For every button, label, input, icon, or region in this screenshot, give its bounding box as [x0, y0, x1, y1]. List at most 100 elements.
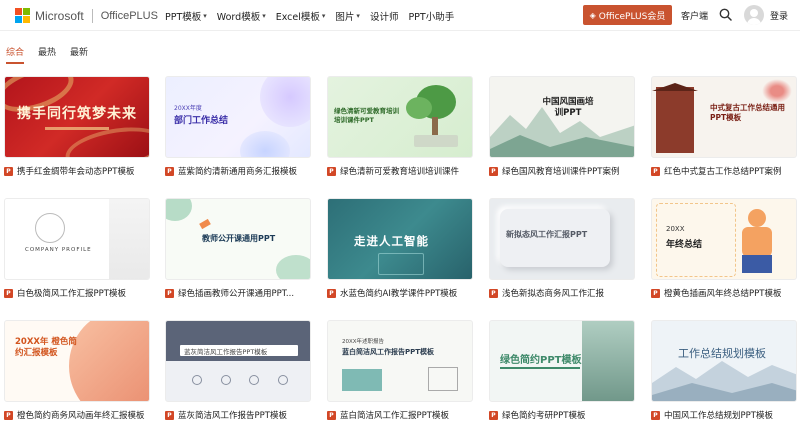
nav-excel-templates[interactable]: Excel模板 ▾ — [276, 9, 326, 23]
site-logo[interactable]: Microsoft OfficePLUS — [15, 8, 158, 23]
powerpoint-icon: P — [327, 410, 336, 420]
pavilion-decoration — [656, 87, 694, 153]
template-caption: P 橙黄色插画风年终总结PPT模板 — [651, 287, 797, 299]
nav-word-templates[interactable]: Word模板 ▾ — [217, 9, 266, 23]
thumbnail-title: COMPANY PROFILE — [25, 247, 92, 253]
nav-label: PPT小助手 — [408, 11, 455, 23]
thumbnail-title: 中式复古工作总结通用PPT模板 — [710, 103, 785, 122]
blob-decoration — [260, 77, 310, 127]
template-card: 中式复古工作总结通用PPT模板 P 红色中式复古工作总结PPT案例 — [651, 76, 797, 177]
template-name[interactable]: 浅色新拟态商务风工作汇报 — [502, 287, 604, 299]
chevron-down-icon: ▾ — [321, 11, 326, 20]
membership-button-label: OfficePLUS会员 — [598, 11, 666, 22]
tree-trunk-decoration — [432, 117, 438, 137]
template-caption: P 绿色清新可爱教育培训培训课件 — [327, 165, 473, 177]
template-thumbnail[interactable]: 新拟态风工作汇报PPT — [489, 198, 635, 280]
template-card: 20XX年 橙色简约汇报模板 P 橙色简约商务风动画年终汇报模板 — [4, 320, 150, 421]
icon-row-decoration — [192, 375, 288, 389]
avatar[interactable] — [744, 5, 764, 25]
template-name[interactable]: 橙黄色插画风年终总结PPT模板 — [664, 287, 781, 299]
powerpoint-icon: P — [489, 288, 498, 298]
template-card: 教师公开课通用PPT P 绿色插画教师公开课通用PPT... — [165, 198, 311, 299]
powerpoint-icon: P — [651, 410, 660, 420]
paper-plane-decoration — [199, 218, 211, 230]
thumbnail-title: 蓝灰简洁风工作报告PPT模板 — [184, 348, 268, 356]
product-name: OfficePLUS — [100, 9, 158, 22]
template-name[interactable]: 水蓝色简约AI教学课件PPT模板 — [340, 287, 457, 299]
template-caption: P 红色中式复古工作总结PPT案例 — [651, 165, 797, 177]
template-thumbnail[interactable]: 绿色简约PPT模板 — [489, 320, 635, 402]
avatar-head — [750, 9, 758, 17]
book-decoration — [414, 135, 458, 147]
template-card: 20XX年述职报告 蓝白简洁风工作报告PPT模板 P 蓝白简洁风工作汇报PPT模… — [327, 320, 473, 421]
chevron-down-icon: ▾ — [262, 11, 266, 20]
thumbnail-subtitle: 20XX年述职报告 — [342, 339, 385, 345]
blob-decoration — [166, 199, 192, 221]
template-caption: P 绿色国风教育培训课件PPT案例 — [489, 165, 635, 177]
template-thumbnail[interactable]: 中式复古工作总结通用PPT模板 — [651, 76, 797, 158]
circuit-decoration — [378, 253, 424, 275]
membership-button[interactable]: ◈ OfficePLUS会员 — [583, 5, 672, 25]
template-card: 工作总结规划模板 P 中国风工作总结规划PPT模板 — [651, 320, 797, 421]
logo-outline-decoration — [35, 213, 65, 243]
template-thumbnail[interactable]: 20XX年度 部门工作总结 — [165, 76, 311, 158]
template-name[interactable]: 蓝白简洁风工作汇报PPT模板 — [340, 409, 449, 421]
template-name[interactable]: 蓝紫简约清新通用商务汇报模板 — [178, 165, 297, 177]
thumbnail-subtitle: 20XX — [666, 225, 685, 233]
template-thumbnail[interactable]: 绿色清新可爱教育培训 培训课件PPT — [327, 76, 473, 158]
thumbnail-title: 中国风国画培训PPT — [542, 97, 594, 118]
template-thumbnail[interactable]: 20XX 年终总结 — [651, 198, 797, 280]
nav-designers[interactable]: 设计师 — [370, 9, 399, 23]
template-thumbnail[interactable]: 教师公开课通用PPT — [165, 198, 311, 280]
tab-hottest[interactable]: 最热 — [38, 45, 56, 64]
powerpoint-icon: P — [165, 166, 174, 176]
template-card: COMPANY PROFILE P 白色极简风工作汇报PPT模板 — [4, 198, 150, 299]
character-head-decoration — [748, 209, 766, 227]
mountain-landscape-decoration — [652, 361, 796, 401]
template-name[interactable]: 携手红金绸带年会动态PPT模板 — [17, 165, 134, 177]
template-card: 新拟态风工作汇报PPT P 浅色新拟态商务风工作汇报 — [489, 198, 635, 299]
template-thumbnail[interactable]: 工作总结规划模板 — [651, 320, 797, 402]
template-name[interactable]: 红色中式复古工作总结PPT案例 — [664, 165, 781, 177]
blob-decoration — [240, 131, 290, 157]
template-thumbnail[interactable]: 蓝灰简洁风工作报告PPT模板 — [165, 320, 311, 402]
nav-label: Word模板 — [216, 11, 261, 23]
plum-blossom-decoration — [762, 79, 792, 103]
template-name[interactable]: 绿色插画教师公开课通用PPT... — [178, 287, 294, 299]
tab-newest[interactable]: 最新 — [70, 45, 88, 64]
template-name[interactable]: 中国风工作总结规划PPT模板 — [664, 409, 773, 421]
template-thumbnail[interactable]: 携手同行筑梦未来 — [4, 76, 150, 158]
template-thumbnail[interactable]: 20XX年述职报告 蓝白简洁风工作报告PPT模板 — [327, 320, 473, 402]
template-thumbnail[interactable]: 走进人工智能 — [327, 198, 473, 280]
template-name[interactable]: 蓝灰简洁风工作报告PPT模板 — [178, 409, 287, 421]
template-card: 绿色清新可爱教育培训 培训课件PPT P 绿色清新可爱教育培训培训课件 — [327, 76, 473, 177]
template-name[interactable]: 绿色清新可爱教育培训培训课件 — [340, 165, 459, 177]
template-name[interactable]: 橙色简约商务风动画年终汇报模板 — [17, 409, 145, 421]
template-caption: P 水蓝色简约AI教学课件PPT模板 — [327, 287, 473, 299]
template-thumbnail[interactable]: 20XX年 橙色简约汇报模板 — [4, 320, 150, 402]
nav-ppt-templates[interactable]: PPT模板 ▾ — [165, 9, 207, 23]
chevron-down-icon: ▾ — [203, 11, 207, 20]
search-icon[interactable] — [719, 8, 732, 21]
ribbon-decoration — [69, 321, 149, 401]
powerpoint-icon: P — [489, 410, 498, 420]
thumbnail-title: 携手同行筑梦未来 — [17, 106, 137, 122]
template-caption: P 白色极简风工作汇报PPT模板 — [4, 287, 150, 299]
template-card: 携手同行筑梦未来 P 携手红金绸带年会动态PPT模板 — [4, 76, 150, 177]
template-card: 蓝灰简洁风工作报告PPT模板 P 蓝灰简洁风工作报告PPT模板 — [165, 320, 311, 421]
template-name[interactable]: 绿色国风教育培训课件PPT案例 — [502, 165, 619, 177]
login-link[interactable]: 登录 — [770, 9, 788, 22]
thumbnail-title: 教师公开课通用PPT — [202, 234, 276, 243]
nav-ppt-assistant[interactable]: PPT小助手 — [408, 9, 454, 23]
tab-comprehensive[interactable]: 综合 — [6, 45, 25, 64]
thumbnail-title: 绿色清新可爱教育培训 培训课件PPT — [334, 107, 399, 124]
client-download-link[interactable]: 客户端 — [681, 9, 708, 22]
nav-images[interactable]: 图片 ▾ — [335, 9, 360, 23]
template-thumbnail[interactable]: COMPANY PROFILE — [4, 198, 150, 280]
nav-label: 设计师 — [369, 11, 399, 23]
template-name[interactable]: 白色极简风工作汇报PPT模板 — [17, 287, 126, 299]
template-name[interactable]: 绿色简约考研PPT模板 — [502, 409, 585, 421]
top-nav-bar: Microsoft OfficePLUS PPT模板 ▾ Word模板 ▾ Exce… — [0, 0, 800, 31]
template-card: 绿色简约PPT模板 P 绿色简约考研PPT模板 — [489, 320, 635, 421]
template-thumbnail[interactable]: 中国风国画培训PPT — [489, 76, 635, 158]
